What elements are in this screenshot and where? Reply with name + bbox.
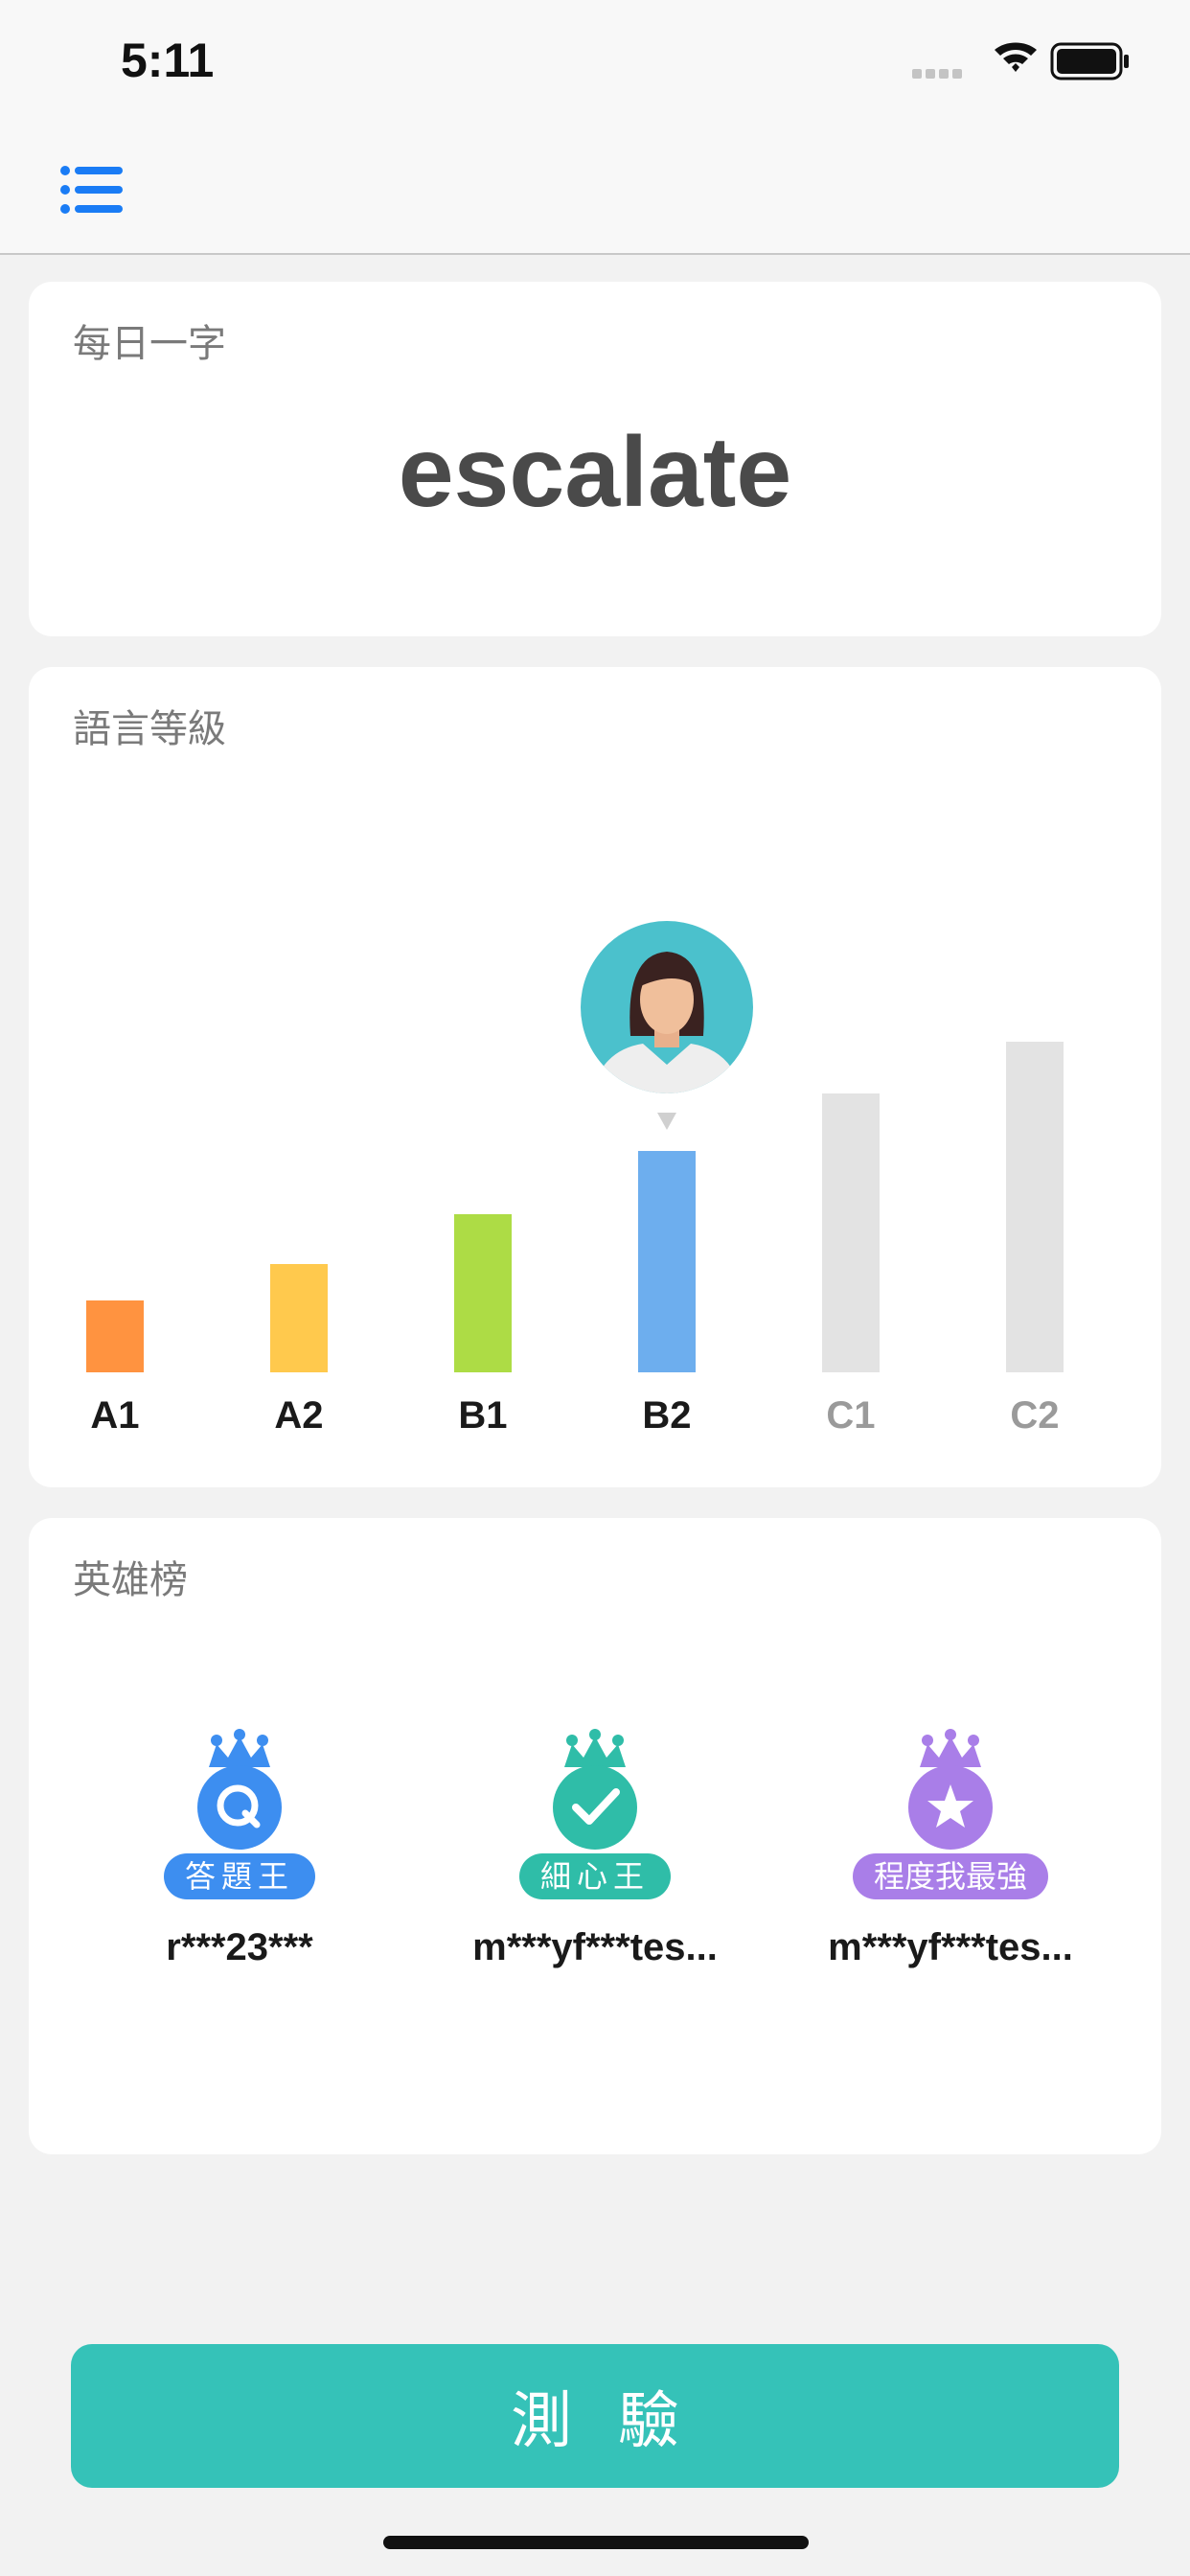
home-indicator (383, 2536, 809, 2549)
daily-word: escalate (398, 417, 792, 528)
bar-b2 (638, 1151, 696, 1372)
labels-group: A1 A2 B1 B2 C1 C2 (90, 1394, 1059, 1437)
hero-item-level-strongest[interactable]: 程度我最強 m***yf***tes... (768, 1729, 1133, 1969)
crown-medal-check-icon (553, 1729, 637, 1850)
leaderboard-card: 英雄榜 答題王 r***23*** 細心王 m***yf***tes... 程度… (29, 1518, 1161, 2154)
hero-tag-careful-king: 細心王 (518, 1853, 671, 1899)
status-time: 5:11 (121, 34, 215, 87)
language-level-card: 語言等級 A1 A2 B1 B2 C1 C2 (29, 667, 1161, 1487)
hero-tag-level-strongest: 程度我最強 (852, 1853, 1048, 1899)
list-icon (60, 166, 123, 214)
hero-tag-answer-king: 答題王 (163, 1853, 315, 1899)
bar-label-a2: A2 (274, 1394, 323, 1437)
quiz-button[interactable]: 測驗 (71, 2344, 1119, 2488)
bar-a1 (86, 1300, 144, 1372)
bar-label-c1: C1 (826, 1394, 875, 1437)
user-avatar (581, 921, 753, 1130)
daily-word-title: 每日一字 (73, 322, 226, 366)
bar-c2 (1006, 1042, 1064, 1372)
hero-item-answer-king[interactable]: 答題王 r***23*** (57, 1729, 422, 1969)
bar-label-b2: B2 (642, 1394, 691, 1437)
hero-name: r***23*** (166, 1926, 313, 1968)
hero-name: m***yf***tes... (472, 1926, 718, 1968)
bar-label-b1: B1 (458, 1394, 507, 1437)
crown-medal-q-icon (197, 1729, 282, 1850)
status-bar: 5:11 (0, 0, 1190, 126)
bars-group (86, 1042, 1064, 1372)
pointer-triangle (657, 1113, 676, 1130)
daily-word-card[interactable]: 每日一字 escalate (29, 282, 1161, 636)
bar-c1 (822, 1093, 880, 1372)
leaderboard-title: 英雄榜 (73, 1558, 188, 1602)
menu-button[interactable] (57, 155, 126, 224)
hero-name: m***yf***tes... (828, 1926, 1073, 1968)
level-chart: A1 A2 B1 B2 C1 C2 (86, 921, 1064, 1437)
status-indicators (912, 42, 1133, 80)
signal-icon (912, 69, 962, 79)
bar-label-a1: A1 (90, 1394, 139, 1437)
bar-label-c2: C2 (1010, 1394, 1059, 1437)
bar-b1 (454, 1214, 512, 1372)
crown-medal-star-icon (908, 1729, 993, 1850)
wifi-icon (995, 42, 1037, 72)
bar-a2 (270, 1264, 328, 1372)
battery-icon (1050, 42, 1129, 80)
nav-bar (0, 126, 1190, 255)
hero-item-careful-king[interactable]: 細心王 m***yf***tes... (413, 1729, 777, 1969)
